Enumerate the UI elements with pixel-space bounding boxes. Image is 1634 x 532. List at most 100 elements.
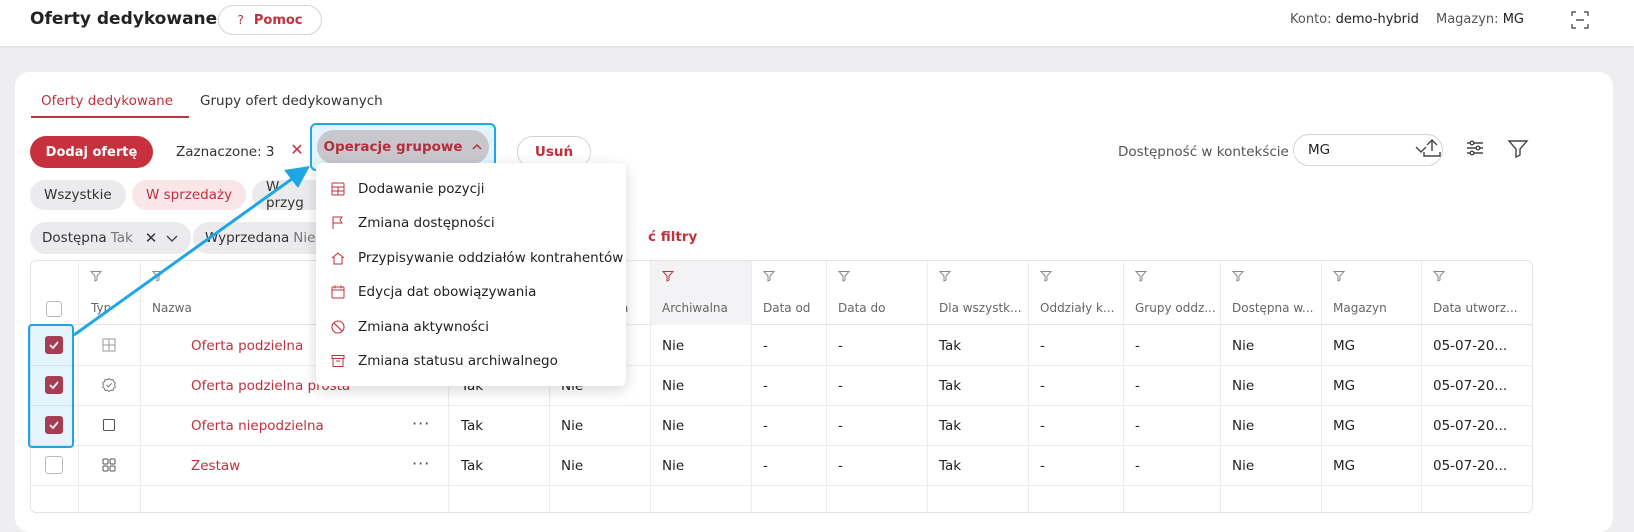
column-filter-icon[interactable]: [1232, 270, 1244, 282]
fullscreen-icon[interactable]: [1570, 10, 1590, 30]
row-checkbox[interactable]: [45, 456, 63, 474]
column-header-date-to[interactable]: Data do: [838, 301, 885, 315]
settings-sliders-icon[interactable]: [1463, 136, 1487, 160]
filter-sold-out[interactable]: Wyprzedana Nie: [193, 222, 321, 254]
menu-item-label: Dodawanie pozycji: [358, 181, 485, 197]
column-filter-icon[interactable]: [939, 270, 951, 282]
column-filter-icon[interactable]: [1040, 270, 1052, 282]
cell-for-all: Tak: [939, 418, 962, 434]
group-operations-button[interactable]: Operacje grupowe: [317, 130, 489, 164]
column-filter-icon[interactable]: [152, 270, 164, 282]
column-filter-icon-active[interactable]: [662, 270, 674, 282]
warehouse-label: Magazyn:: [1436, 12, 1499, 27]
account-label: Konto:: [1290, 12, 1332, 27]
cell-branch-groups: -: [1135, 338, 1140, 354]
menu-item-assign-branches[interactable]: Przypisywanie oddziałów kontrahentów: [316, 241, 626, 275]
clear-filters-link[interactable]: ć filtry: [648, 229, 697, 245]
menu-item-change-availability[interactable]: Zmiana dostępności: [316, 206, 626, 240]
cell-for-all: Tak: [939, 338, 962, 354]
column-header-warehouse[interactable]: Magazyn: [1333, 301, 1387, 315]
column-header-available-in[interactable]: Dostępna w...: [1232, 301, 1313, 315]
cell-archived: Nie: [662, 458, 685, 474]
cell-available-in: Nie: [1232, 458, 1255, 474]
offer-name-link[interactable]: Oferta podzielna: [191, 338, 303, 354]
cell-date-from: -: [763, 458, 768, 474]
column-filter-icon[interactable]: [1433, 270, 1445, 282]
column-header-name[interactable]: Nazwa: [152, 301, 192, 315]
menu-item-edit-dates[interactable]: Edycja dat obowiązywania: [316, 275, 626, 309]
cell-warehouse: MG: [1333, 418, 1356, 434]
cell-branch-groups: -: [1135, 458, 1140, 474]
more-actions-icon[interactable]: ···: [412, 454, 430, 473]
offer-name-link[interactable]: Oferta niepodzielna: [191, 418, 324, 434]
chip-on-sale[interactable]: W sprzedaży: [132, 180, 247, 210]
menu-item-label: Zmiana statusu archiwalnego: [358, 353, 558, 369]
column-filter-icon[interactable]: [763, 270, 775, 282]
add-offer-button[interactable]: Dodaj ofertę: [30, 136, 153, 168]
help-button[interactable]: ? Pomoc: [218, 5, 322, 35]
cell-branch-groups: -: [1135, 378, 1140, 394]
filter-available-value: Tak: [110, 230, 133, 246]
cell-date-to: -: [838, 338, 843, 354]
help-label: Pomoc: [253, 12, 303, 28]
column-filter-icon[interactable]: [90, 270, 102, 282]
column-header-type[interactable]: Typ: [91, 301, 111, 315]
cell-divisible: Tak: [461, 458, 484, 474]
column-filter-icon[interactable]: [1135, 270, 1147, 282]
column-header-branch-groups[interactable]: Grupy oddz...: [1135, 301, 1216, 315]
context-select-value: MG: [1308, 142, 1331, 158]
column-header-branches[interactable]: Oddziały k...: [1040, 301, 1114, 315]
select-all-checkbox[interactable]: [46, 301, 62, 317]
account-info: Konto: demo-hybrid: [1290, 12, 1419, 27]
filter-sold-out-name: Wyprzedana: [205, 230, 290, 246]
cell-warehouse: MG: [1333, 458, 1356, 474]
cell-available-in: Nie: [1232, 338, 1255, 354]
cell-created: 05-07-20...: [1433, 418, 1508, 434]
table-row[interactable]: Oferta podzielna prosta Tak Nie Nie - - …: [31, 365, 1532, 406]
selection-highlight: [28, 324, 74, 448]
column-header-for-all[interactable]: Dla wszystk...: [939, 301, 1022, 315]
cell-branches: -: [1040, 378, 1045, 394]
cell-branches: -: [1040, 458, 1045, 474]
group-operations-label: Operacje grupowe: [323, 139, 463, 155]
menu-item-change-archive-status[interactable]: Zmiana statusu archiwalnego: [316, 344, 626, 378]
more-actions-icon[interactable]: ···: [412, 414, 430, 433]
chevron-down-icon: [166, 235, 178, 242]
cell-for-all: Tak: [939, 378, 962, 394]
table-row[interactable]: Zestaw ··· Tak Nie Nie - - Tak - - Nie M…: [31, 445, 1532, 486]
top-bar: Oferty dedykowane ? Pomoc Konto: demo-hy…: [0, 0, 1634, 46]
offer-name-link[interactable]: Zestaw: [191, 458, 240, 474]
menu-item-change-activity[interactable]: Zmiana aktywności: [316, 310, 626, 344]
column-filter-icon[interactable]: [1333, 270, 1345, 282]
clear-selection-icon[interactable]: ✕: [286, 139, 308, 161]
cell-date-to: -: [838, 418, 843, 434]
archive-icon: [331, 355, 345, 367]
cell-branches: -: [1040, 418, 1045, 434]
filter-sold-out-value: Nie: [293, 230, 316, 246]
cell-col4: Nie: [561, 418, 584, 434]
page-title: Oferty dedykowane: [30, 9, 218, 29]
cell-date-to: -: [838, 378, 843, 394]
column-filter-icon[interactable]: [838, 270, 850, 282]
cell-date-to: -: [838, 458, 843, 474]
column-header-date-from[interactable]: Data od: [763, 301, 810, 315]
cell-available-in: Nie: [1232, 418, 1255, 434]
cell-for-all: Tak: [939, 458, 962, 474]
help-icon: ?: [237, 13, 244, 27]
filter-icon[interactable]: [1506, 136, 1530, 160]
tab-dedicated-offer-groups[interactable]: Grupy ofert dedykowanych: [200, 93, 383, 109]
column-header-archived[interactable]: Archiwalna: [662, 301, 728, 315]
filter-available[interactable]: Dostępna Tak ✕: [30, 222, 192, 254]
menu-item-add-rows[interactable]: Dodawanie pozycji: [316, 172, 626, 206]
cell-archived: Nie: [662, 378, 685, 394]
column-header-created[interactable]: Data utworz...: [1433, 301, 1518, 315]
remove-filter-icon[interactable]: ✕: [145, 229, 158, 247]
active-tab-underline: [31, 116, 189, 118]
chip-all[interactable]: Wszystkie: [30, 180, 126, 210]
table-row[interactable]: Oferta niepodzielna ··· Tak Nie Nie - - …: [31, 405, 1532, 446]
table-row[interactable]: Oferta podzielna Nie - - Tak - - Nie MG …: [31, 325, 1532, 366]
cell-available-in: Nie: [1232, 378, 1255, 394]
export-icon[interactable]: [1420, 136, 1444, 160]
tab-dedicated-offers[interactable]: Oferty dedykowane: [41, 93, 173, 118]
calendar-icon: [331, 285, 345, 299]
